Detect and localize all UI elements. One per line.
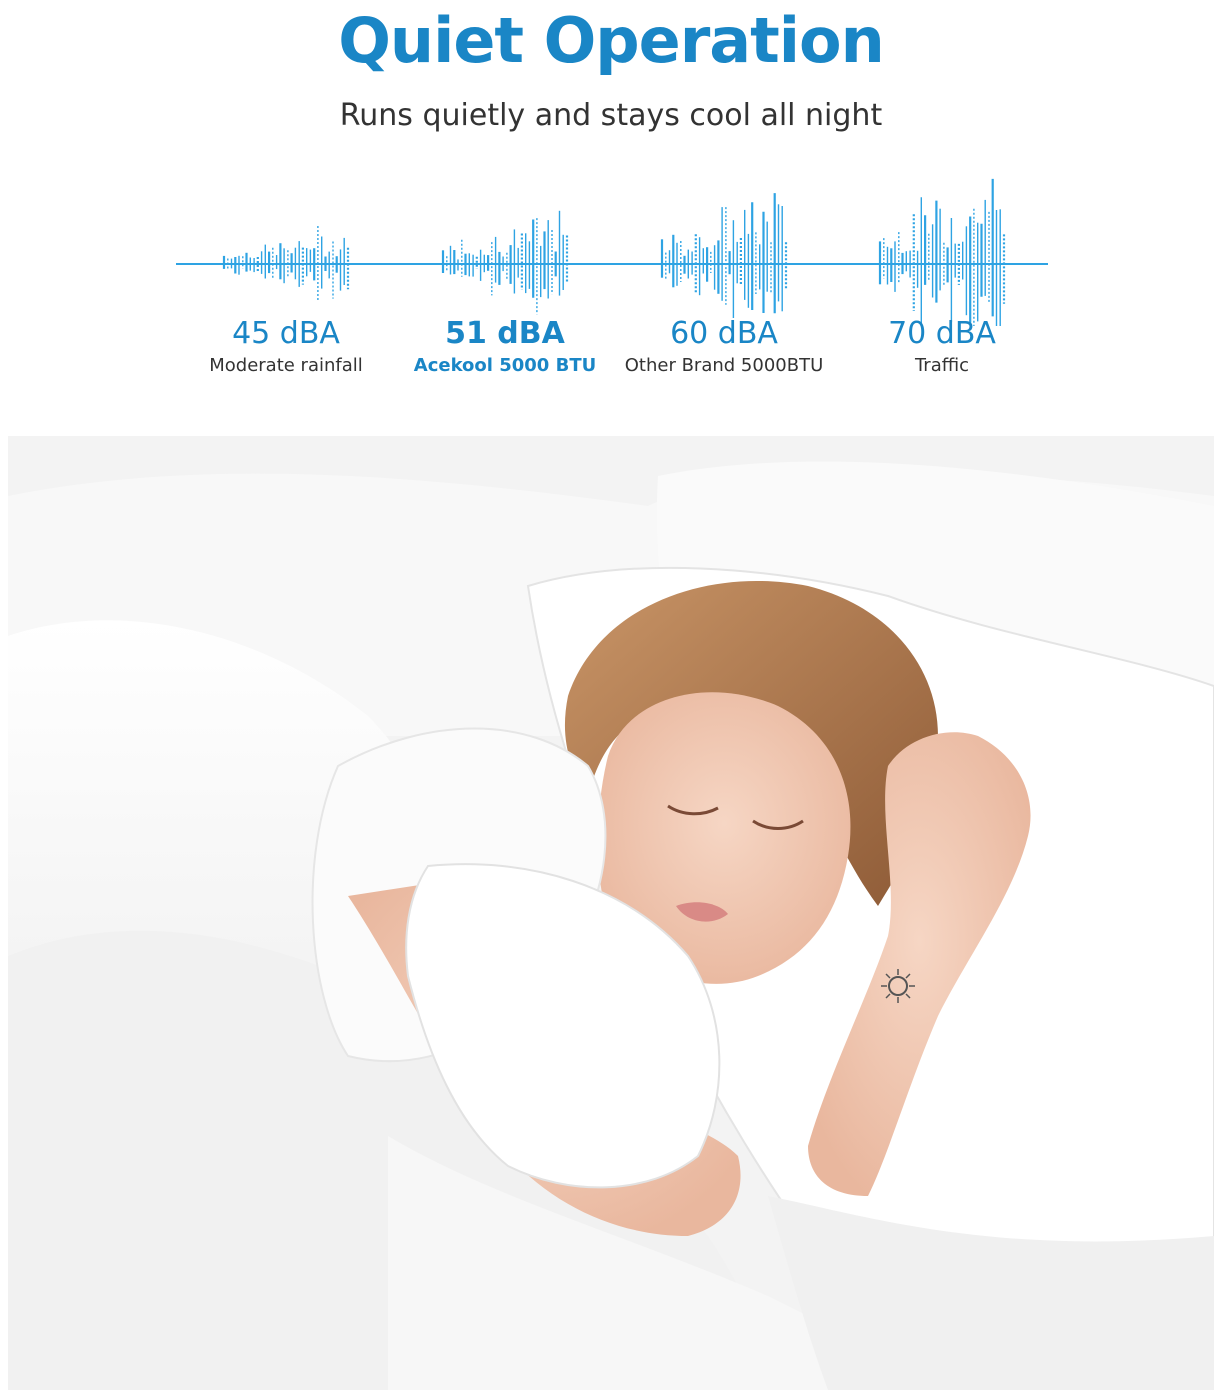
noise-level-label: Acekool 5000 BTU	[413, 355, 597, 376]
noise-level-value: 51 dBA	[445, 316, 565, 351]
wave-group	[660, 193, 788, 318]
noise-level-label: Traffic	[914, 355, 970, 376]
product-feature-banner: Quiet Operation Runs quietly and stays c…	[8, 6, 1214, 1390]
noise-level-value: 60 dBA	[670, 316, 778, 351]
wave-group	[441, 210, 569, 315]
sound-wave-graphic	[176, 178, 1048, 326]
noise-level-value: 70 dBA	[888, 316, 996, 351]
page-title: Quiet Operation	[338, 6, 885, 77]
wave-group	[878, 178, 1006, 326]
noise-level-rainfall: 45 dBA Moderate rainfall	[176, 316, 396, 380]
noise-level-other-brand: 60 dBA Other Brand 5000BTU	[614, 316, 834, 380]
noise-level-label: Moderate rainfall	[209, 355, 363, 376]
woman-sleeping-in-bed-photo	[8, 436, 1214, 1390]
noise-level-acekool: 51 dBA Acekool 5000 BTU	[395, 316, 615, 380]
noise-level-label: Other Brand 5000BTU	[624, 355, 824, 376]
bed-scene-illustration	[8, 436, 1214, 1390]
page-subtitle: Runs quietly and stays cool all night	[339, 98, 883, 133]
noise-level-traffic: 70 dBA Traffic	[832, 316, 1052, 380]
noise-level-value: 45 dBA	[232, 316, 340, 351]
